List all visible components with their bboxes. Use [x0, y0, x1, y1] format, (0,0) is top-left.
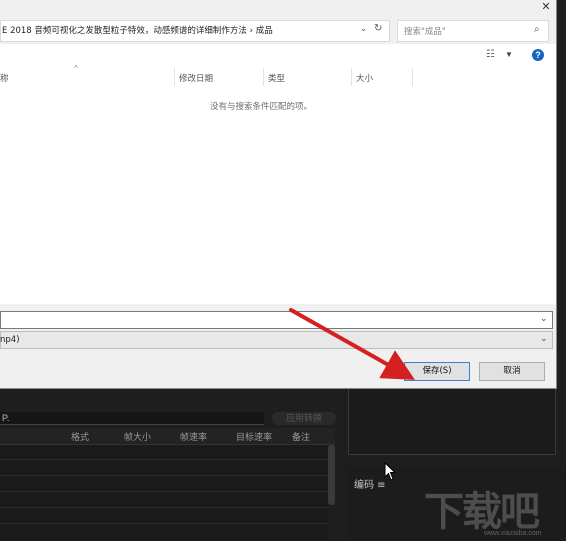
column-divider[interactable]: [351, 68, 352, 86]
queue-col-notes[interactable]: 备注: [292, 430, 310, 443]
program-panel: [348, 385, 556, 455]
queue-scrollbar[interactable]: [328, 445, 335, 505]
queue-col-frame-size[interactable]: 帧大小: [124, 430, 151, 443]
queue-column-header: 格式 帧大小 帧速率 目标速率 备注: [0, 428, 335, 445]
chevron-down-icon[interactable]: ⌄: [540, 313, 548, 324]
queue-col-frame-rate[interactable]: 帧速率: [180, 430, 207, 443]
save-button[interactable]: 保存(S): [404, 362, 470, 381]
queue-col-target-rate[interactable]: 目标速率: [236, 430, 272, 443]
queue-list: [0, 445, 328, 541]
queue-row-divider: [0, 491, 328, 492]
queue-row-divider: [0, 475, 328, 476]
caret-down-icon[interactable]: ▼: [505, 50, 513, 59]
queue-col-format[interactable]: 格式: [71, 430, 89, 443]
file-type-select[interactable]: [0, 331, 553, 349]
mouse-cursor-icon: [384, 462, 397, 481]
cancel-button[interactable]: 取消: [479, 362, 545, 381]
column-size[interactable]: 大小: [356, 72, 373, 84]
dialog-toolbar: [0, 44, 556, 67]
column-divider[interactable]: [174, 68, 175, 86]
apply-conversion-button[interactable]: 应用转换: [272, 412, 336, 425]
close-icon[interactable]: ✕: [536, 0, 556, 14]
queue-row-divider: [0, 523, 328, 524]
file-type-value: np4): [0, 335, 20, 345]
watermark-logo: 下载吧: [424, 489, 540, 535]
help-icon[interactable]: ?: [532, 49, 544, 61]
column-modified[interactable]: 修改日期: [179, 72, 213, 84]
watermark-url: www.xiazaiba.com: [484, 530, 542, 537]
address-path[interactable]: E 2018 音频可视化之发散型粒子特效，动感频谱的详细制作方法 › 成品: [2, 24, 273, 36]
column-name[interactable]: 称: [0, 72, 9, 84]
sort-up-icon: ^: [74, 64, 78, 73]
chevron-down-icon[interactable]: ⌄: [360, 24, 367, 33]
column-divider[interactable]: [412, 68, 413, 86]
queue-filter-input[interactable]: P.: [0, 412, 264, 425]
column-divider[interactable]: [263, 68, 264, 86]
chevron-down-icon[interactable]: ⌄: [540, 333, 548, 344]
queue-row-divider: [0, 459, 328, 460]
queue-row-divider: [0, 507, 328, 508]
search-icon[interactable]: ⌕: [534, 24, 540, 35]
empty-message: 没有与搜索条件匹配的项。: [209, 102, 312, 112]
refresh-icon[interactable]: ↻: [374, 23, 382, 34]
search-placeholder: 搜索"成品": [404, 27, 446, 37]
column-type[interactable]: 类型: [268, 72, 285, 84]
view-options-icon[interactable]: ☷: [486, 49, 495, 60]
filename-field[interactable]: [0, 311, 553, 329]
encode-label[interactable]: 编码 ≡: [354, 476, 386, 491]
